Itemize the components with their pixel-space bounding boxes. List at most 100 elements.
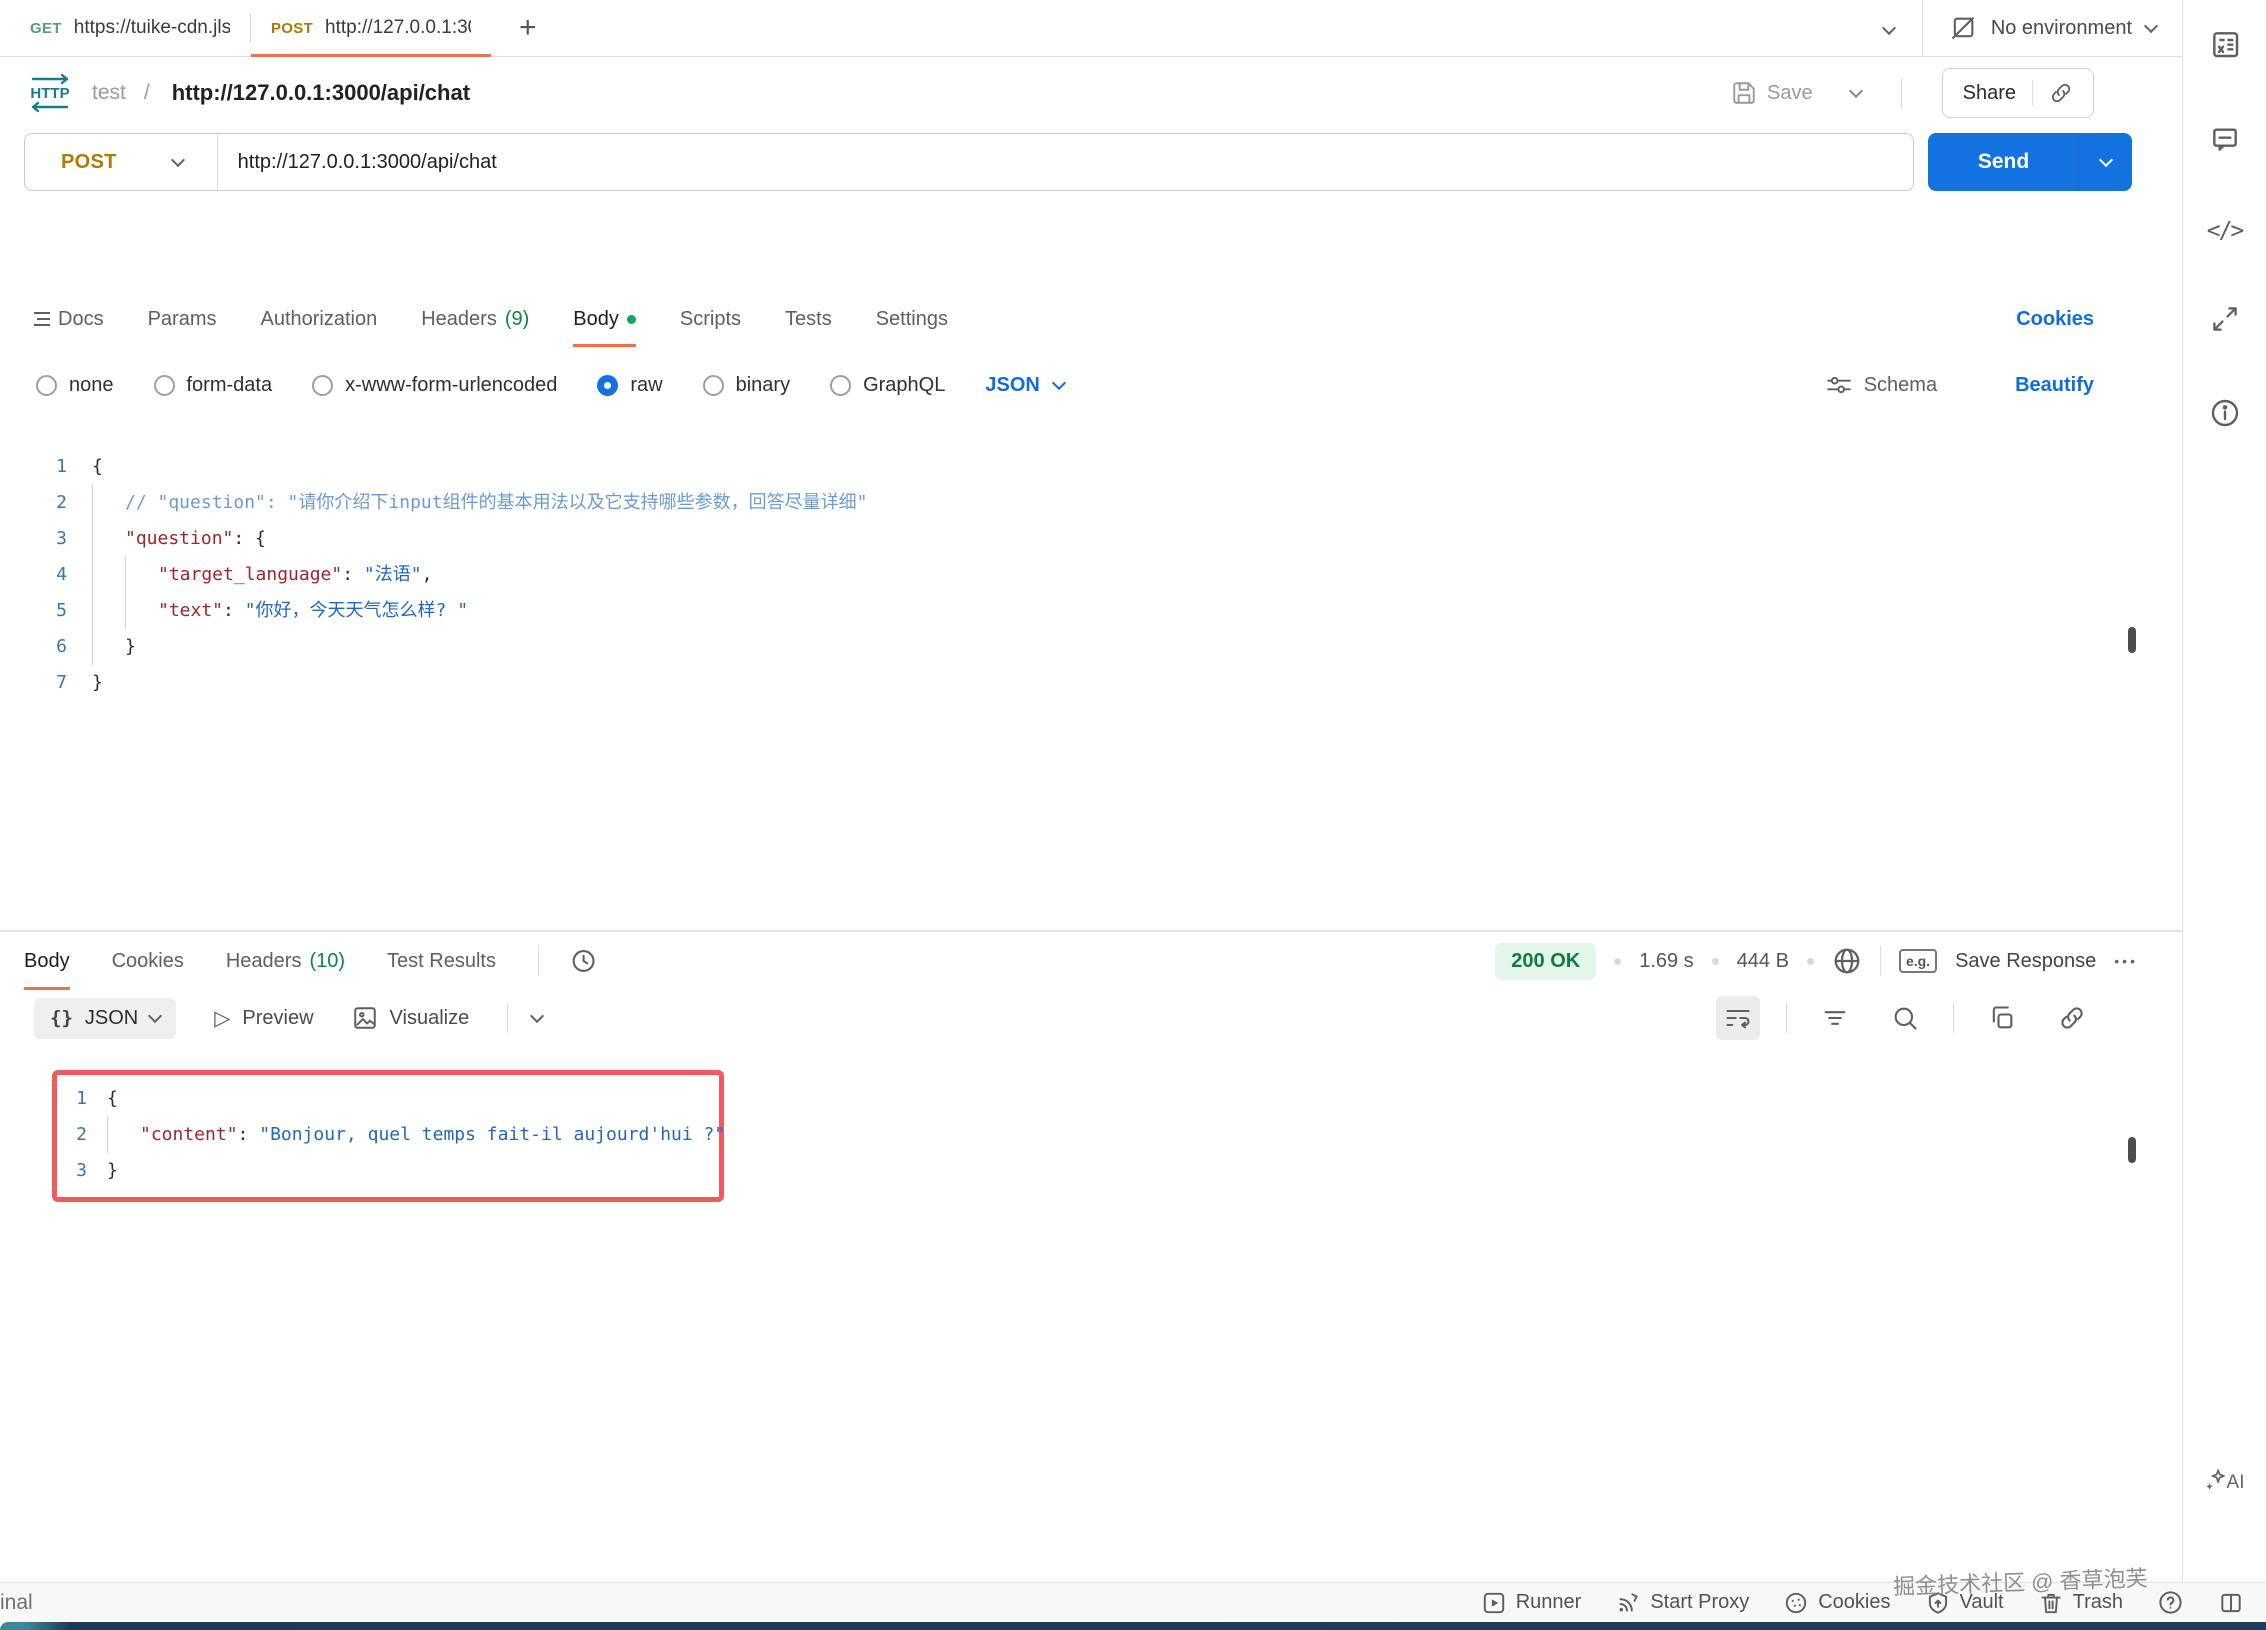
chevron-down-icon [148, 1008, 162, 1022]
braces-icon: {} [50, 1007, 73, 1029]
ai-assistant-button[interactable]: AI [2205, 1468, 2245, 1494]
copy-button[interactable] [1980, 996, 2024, 1040]
new-tab-button[interactable]: + [509, 13, 547, 43]
response-tab-headers[interactable]: Headers (10) [226, 932, 345, 990]
filter-button[interactable] [1813, 996, 1857, 1040]
terminal-label[interactable]: inal [0, 1591, 33, 1615]
vault-button[interactable]: Vault [1925, 1590, 2004, 1616]
save-response-button[interactable]: Save Response [1955, 950, 2096, 973]
wrap-lines-button[interactable] [1716, 996, 1760, 1040]
format-value: JSON [85, 1007, 138, 1030]
line-number: 6 [0, 629, 67, 665]
schema-button[interactable]: Schema [1826, 372, 1937, 398]
tab-tests[interactable]: Tests [785, 291, 832, 347]
response-time[interactable]: 1.69 s [1639, 950, 1693, 973]
start-proxy-button[interactable]: Start Proxy [1615, 1590, 1749, 1616]
search-button[interactable] [1883, 996, 1927, 1040]
line-number: 2 [57, 1117, 87, 1153]
link-button[interactable] [2050, 996, 2094, 1040]
share-button[interactable]: Share [1942, 68, 2094, 118]
environment-label: No environment [1991, 17, 2132, 40]
language-select[interactable]: JSON [985, 374, 1063, 397]
scrollbar-thumb[interactable] [2128, 1137, 2136, 1163]
indent-guide [125, 593, 126, 629]
line-number: 1 [0, 449, 67, 485]
trash-button[interactable]: Trash [2038, 1590, 2123, 1616]
radio-none[interactable]: none [36, 374, 114, 397]
response-size[interactable]: 444 B [1737, 950, 1789, 973]
line-number: 5 [0, 593, 67, 629]
response-format-select[interactable]: {} JSON [34, 998, 176, 1039]
response-tab-cookies[interactable]: Cookies [112, 932, 184, 990]
beautify-button[interactable]: Beautify [2015, 374, 2094, 397]
request-tab-get[interactable]: GET https://tuike-cdn.jlsgpre [10, 0, 250, 56]
code-line: 6 } [0, 629, 2182, 665]
tab-settings[interactable]: Settings [876, 291, 948, 347]
cookies-link[interactable]: Cookies [2016, 308, 2094, 331]
request-title[interactable]: http://127.0.0.1:3000/api/chat [172, 80, 470, 106]
request-body-editor[interactable]: 1 { 2 // "question": "请你介绍下input组件的基本用法以… [0, 449, 2182, 932]
globe-icon[interactable] [1832, 946, 1862, 976]
send-button[interactable]: Send [1928, 133, 2132, 191]
divider [2079, 133, 2080, 191]
send-options[interactable] [2080, 160, 2132, 165]
radio-binary[interactable]: binary [703, 374, 790, 397]
radio-x-www-form-urlencoded[interactable]: x-www-form-urlencoded [312, 374, 557, 397]
language-value: JSON [985, 374, 1039, 397]
tab-authorization[interactable]: Authorization [260, 291, 377, 347]
indent-guide [92, 485, 93, 521]
save-options-chevron-icon[interactable] [1849, 83, 1863, 97]
code-line: 4 "target_language": "法语", [0, 557, 2182, 593]
method-select[interactable]: POST [25, 151, 217, 174]
history-icon[interactable] [569, 947, 597, 975]
tab-docs[interactable]: Docs [34, 291, 104, 347]
tab-params[interactable]: Params [148, 291, 217, 347]
copy-link-icon[interactable] [2049, 81, 2073, 105]
app-window: GET https://tuike-cdn.jlsgpre POST http:… [0, 0, 2266, 1630]
collapse-panel-button[interactable] [2210, 304, 2240, 337]
breadcrumb-collection[interactable]: test [92, 81, 126, 105]
request-tab-post[interactable]: POST http://127.0.0.1:3000/ap [251, 0, 491, 56]
code-line: 1 { [57, 1081, 719, 1117]
line-number: 3 [0, 521, 67, 557]
save-button[interactable]: Save [1731, 80, 1813, 106]
runner-button[interactable]: Runner [1481, 1590, 1582, 1616]
environment-quick-look-button[interactable] [2209, 28, 2241, 63]
tab-headers[interactable]: Headers (9) [421, 291, 529, 347]
radio-circle [36, 375, 57, 396]
divider [2032, 80, 2033, 106]
radio-form-data[interactable]: form-data [154, 374, 273, 397]
comments-button[interactable] [2209, 123, 2241, 158]
search-icon [1891, 1004, 1919, 1032]
right-sidebar: </> AI [2182, 0, 2266, 1582]
visualize-button[interactable]: Visualize [352, 1005, 470, 1031]
cookie-icon [1783, 1590, 1809, 1616]
request-tabs: Docs Params Authorization Headers (9) Bo… [0, 291, 2182, 347]
wrap-lines-icon [1724, 1004, 1752, 1032]
response-tab-body[interactable]: Body [24, 932, 70, 990]
toggle-panel-button[interactable] [2218, 1590, 2244, 1616]
indent-guide [125, 557, 126, 593]
radio-raw[interactable]: raw [597, 374, 662, 397]
status-badge[interactable]: 200 OK [1495, 943, 1596, 980]
line-number: 3 [57, 1153, 87, 1189]
tab-title: http://127.0.0.1:3000/ap [325, 17, 471, 39]
radio-graphql[interactable]: GraphQL [830, 374, 945, 397]
cookies-button[interactable]: Cookies [1783, 1590, 1890, 1616]
code-line: 3 "question": { [0, 521, 2182, 557]
url-input[interactable] [218, 151, 1913, 174]
tab-body[interactable]: Body [573, 291, 636, 347]
radio-circle [312, 375, 333, 396]
preview-button[interactable]: ▷ Preview [214, 1006, 313, 1031]
tab-list-chevron-icon[interactable] [1882, 21, 1896, 35]
code-snippet-button[interactable]: </> [2207, 218, 2243, 244]
help-button[interactable] [2157, 1589, 2184, 1616]
tab-scripts[interactable]: Scripts [680, 291, 741, 347]
chevron-down-icon[interactable] [530, 1008, 544, 1022]
scrollbar-thumb[interactable] [2128, 627, 2136, 653]
proxy-icon [1615, 1590, 1641, 1616]
environment-selector[interactable]: No environment [1922, 0, 2182, 56]
response-tab-test-results[interactable]: Test Results [387, 932, 496, 990]
info-button[interactable] [2209, 397, 2241, 432]
more-options-icon[interactable]: ••• [2114, 953, 2138, 969]
